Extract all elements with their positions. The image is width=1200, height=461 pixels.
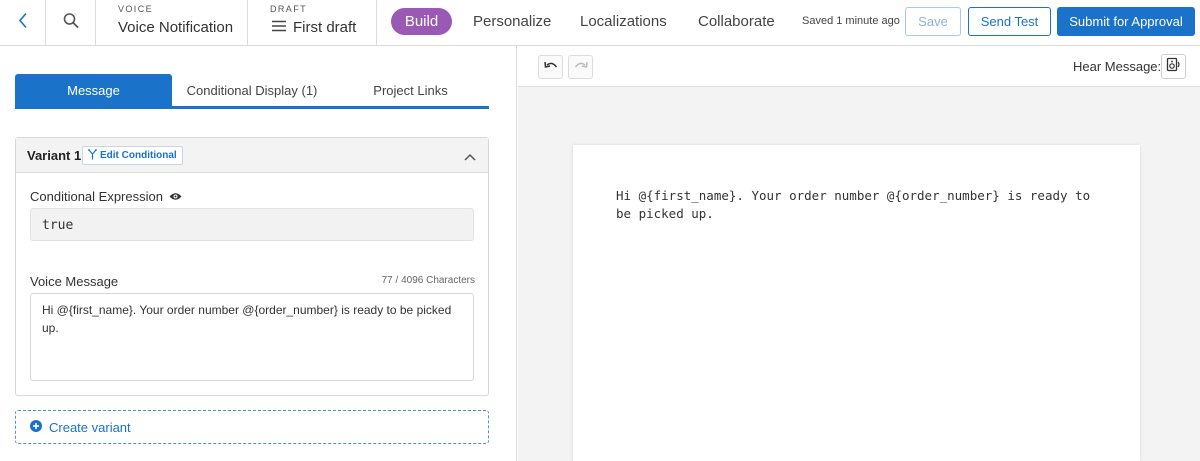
voice-message-label: Voice Message [30,274,119,289]
draft-caption: DRAFT [270,4,307,14]
conditional-expression-label: Conditional Expression [30,189,163,204]
top-bar: VOICE Voice Notification DRAFT First dra… [0,0,1200,46]
eye-icon[interactable] [169,189,182,204]
hear-message-label: Hear Message: [1073,59,1162,74]
send-test-button[interactable]: Send Test [968,7,1051,36]
editor-panel: Message Conditional Display (1) Project … [0,46,517,461]
conditional-expression-label-wrap: Conditional Expression [30,189,182,204]
preview-message-text: Hi @{first_name}. Your order number @{or… [616,188,1091,221]
preview-panel: Hear Message: Hi @{first_name}. Your ord… [518,46,1200,461]
draft-selector[interactable]: DRAFT First draft [248,0,377,45]
voice-message-textarea[interactable]: Hi @{first_name}. Your order number @{or… [30,293,474,381]
draft-title: First draft [293,19,357,36]
nav-localizations[interactable]: Localizations [580,13,667,30]
variant-card: Variant 1 Edit Conditional Conditional E… [15,137,489,396]
variant-title: Variant 1 [27,148,82,163]
save-button[interactable]: Save [905,7,961,36]
nav-personalize[interactable]: Personalize [473,13,551,30]
character-count: 77 / 4096 Characters [381,275,475,286]
submit-for-approval-button[interactable]: Submit for Approval [1057,7,1195,36]
undo-button[interactable] [538,55,563,79]
tab-project-links[interactable]: Project Links [332,74,489,106]
conditional-expression-field[interactable]: true [30,208,474,241]
nav-collaborate[interactable]: Collaborate [698,13,775,30]
undo-icon [543,58,558,76]
edit-conditional-label: Edit Conditional [100,150,177,161]
preview-page: Hi @{first_name}. Your order number @{or… [573,145,1140,461]
hamburger-menu-icon [272,19,286,36]
channel-selector[interactable]: VOICE Voice Notification [96,0,248,45]
back-button[interactable] [0,0,46,45]
editor-tabs: Message Conditional Display (1) Project … [15,74,489,109]
redo-button[interactable] [568,55,593,79]
redo-icon [574,58,588,76]
search-button[interactable] [46,0,96,45]
channel-title: Voice Notification [118,19,234,36]
preview-toolbar: Hear Message: [518,46,1200,87]
draft-title-wrap: First draft [272,19,356,36]
tab-conditional-display[interactable]: Conditional Display (1) [172,74,332,106]
speaker-icon [1166,57,1181,77]
chevron-left-icon [18,12,28,33]
tab-message[interactable]: Message [15,74,172,106]
search-icon [63,12,79,33]
create-variant-label: Create variant [49,419,131,435]
edit-conditional-button[interactable]: Edit Conditional [82,146,183,165]
channel-caption: VOICE [118,4,154,14]
hear-message-button[interactable] [1161,54,1186,79]
nav-build[interactable]: Build [391,8,452,35]
saved-status: Saved 1 minute ago [802,15,900,27]
create-variant-button[interactable]: Create variant [15,410,489,444]
variant-header[interactable]: Variant 1 Edit Conditional [16,138,488,173]
chevron-up-icon[interactable] [464,148,476,166]
plus-circle-icon [30,419,42,435]
conditional-branch-icon [88,148,97,163]
